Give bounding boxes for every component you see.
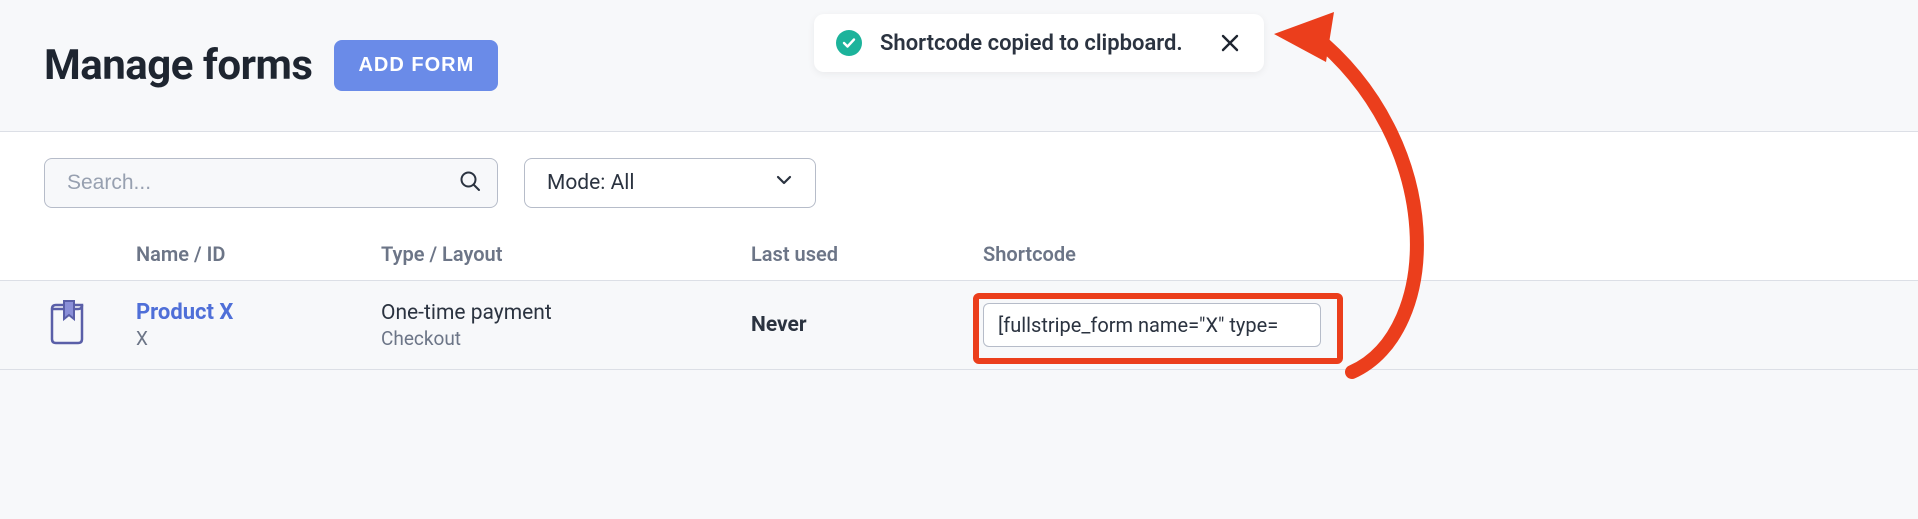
last-used-cell: Never [751, 313, 983, 337]
mode-select-label: Mode: All [547, 171, 635, 195]
col-name: Name / ID [136, 242, 381, 266]
table-row: Product X X One-time payment Checkout Ne… [0, 280, 1918, 370]
mode-select[interactable]: Mode: All [524, 158, 816, 208]
name-cell: Product X X [136, 300, 381, 350]
col-shortcode: Shortcode [983, 242, 1383, 266]
form-id: X [136, 327, 381, 350]
add-form-button[interactable]: ADD FORM [334, 40, 498, 91]
toast-message: Shortcode copied to clipboard. [880, 31, 1218, 56]
content-card: Mode: All Name / ID Type / Layout Last u… [0, 131, 1918, 370]
checkmark-icon [836, 30, 862, 56]
chevron-down-icon [775, 171, 793, 195]
toast-notification: Shortcode copied to clipboard. [814, 14, 1264, 72]
shortcode-input[interactable] [983, 303, 1321, 347]
filter-bar: Mode: All [0, 132, 1918, 242]
form-name-link[interactable]: Product X [136, 300, 233, 325]
search-icon [458, 169, 482, 197]
search-input[interactable] [44, 158, 498, 208]
search-wrapper [44, 158, 498, 208]
table-header: Name / ID Type / Layout Last used Shortc… [0, 242, 1918, 280]
page-title: Manage forms [44, 41, 312, 90]
col-lastused: Last used [751, 242, 983, 266]
form-layout: Checkout [381, 327, 751, 350]
form-type: One-time payment [381, 301, 751, 325]
type-cell: One-time payment Checkout [381, 301, 751, 350]
col-type: Type / Layout [381, 242, 751, 266]
shortcode-cell [983, 303, 1383, 347]
form-type-icon [44, 299, 136, 351]
close-icon[interactable] [1218, 31, 1242, 55]
